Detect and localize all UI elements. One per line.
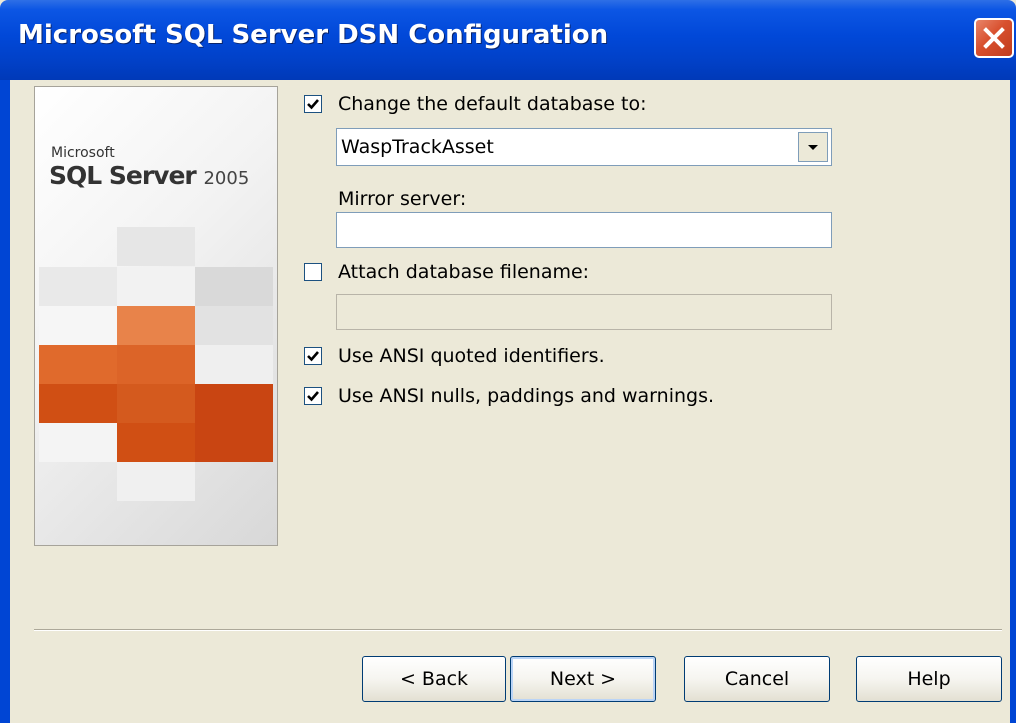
window-title: Microsoft SQL Server DSN Configuration xyxy=(18,20,609,50)
banner-tile xyxy=(195,345,273,384)
attach-db-label: Attach database filename: xyxy=(338,261,590,283)
banner-tile xyxy=(39,306,117,345)
close-button[interactable] xyxy=(974,18,1014,58)
checkmark-icon xyxy=(307,99,319,110)
attach-db-checkbox[interactable] xyxy=(304,263,322,281)
banner-tile-orange xyxy=(39,345,117,384)
close-icon xyxy=(983,27,1005,49)
attach-db-filename-input[interactable] xyxy=(336,294,832,330)
checkmark-icon xyxy=(307,351,319,362)
separator xyxy=(34,629,1002,631)
banner-tile-orange xyxy=(117,306,195,345)
banner-tile-orange xyxy=(195,384,273,423)
banner-brand: Microsoft xyxy=(51,145,115,161)
mirror-server-input[interactable] xyxy=(336,212,832,248)
chevron-down-icon xyxy=(808,145,818,150)
window-frame-left xyxy=(0,80,10,723)
next-button[interactable]: Next > xyxy=(510,656,656,702)
product-banner: Microsoft SQL Server 2005 xyxy=(34,86,278,546)
ansi-quoted-label: Use ANSI quoted identifiers. xyxy=(338,345,605,367)
banner-tile xyxy=(117,462,195,501)
banner-tile xyxy=(39,423,117,462)
ansi-nulls-checkbox[interactable] xyxy=(304,387,322,405)
change-default-db-checkbox[interactable] xyxy=(304,95,322,113)
banner-product: SQL Server 2005 xyxy=(49,161,249,190)
checkmark-icon xyxy=(307,391,319,402)
banner-tile-orange xyxy=(117,384,195,423)
banner-tile xyxy=(117,227,195,266)
banner-tile-orange xyxy=(195,423,273,462)
ansi-nulls-label: Use ANSI nulls, paddings and warnings. xyxy=(338,385,715,407)
change-default-db-label: Change the default database to: xyxy=(338,93,647,115)
banner-product-name: SQL Server xyxy=(49,161,197,190)
banner-version: 2005 xyxy=(203,168,250,189)
help-button[interactable]: Help xyxy=(856,656,1002,702)
banner-tile-orange xyxy=(39,384,117,423)
mirror-server-label: Mirror server: xyxy=(338,188,467,210)
banner-tile-orange xyxy=(117,345,195,384)
cancel-button[interactable]: Cancel xyxy=(684,656,830,702)
database-select[interactable]: WaspTrackAsset xyxy=(336,128,832,166)
banner-tile xyxy=(117,267,195,306)
title-bar: Microsoft SQL Server DSN Configuration xyxy=(0,0,1016,80)
banner-tile xyxy=(195,306,273,345)
back-button[interactable]: < Back xyxy=(362,656,506,702)
window-frame-right xyxy=(1010,80,1016,723)
database-select-value: WaspTrackAsset xyxy=(341,136,494,158)
banner-tile xyxy=(195,267,273,306)
ansi-quoted-checkbox[interactable] xyxy=(304,347,322,365)
database-select-dropdown-button[interactable] xyxy=(798,132,828,162)
banner-tile-orange xyxy=(117,423,195,462)
banner-tile xyxy=(39,267,117,306)
